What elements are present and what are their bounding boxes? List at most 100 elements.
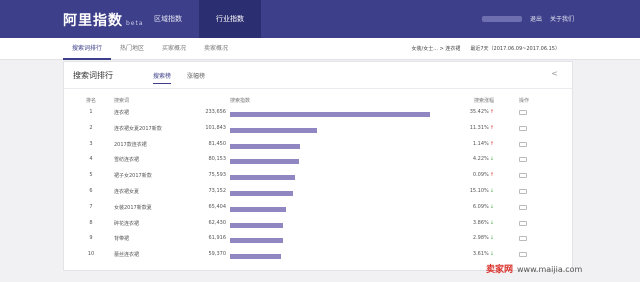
chart-icon[interactable] [519, 236, 527, 242]
arrow-up-icon: ↑ [489, 109, 494, 115]
row-index-bar [230, 190, 293, 196]
row-search-word[interactable]: 连衣裙 [114, 109, 129, 116]
row-action[interactable] [519, 156, 527, 163]
arrow-down-icon: ↓ [489, 251, 494, 258]
row-growth-value: 3.86% [472, 219, 489, 226]
row-index-bar [230, 222, 284, 228]
row-growth-value: 1.14% [472, 140, 489, 147]
chart-icon[interactable] [519, 173, 527, 179]
row-index-value: 80,153 [208, 156, 227, 163]
row-search-word[interactable]: 雪纺连衣裙 [114, 156, 139, 163]
row-action[interactable] [519, 109, 527, 116]
row-index-value: 62,430 [208, 219, 227, 226]
about-link[interactable]: 关于我们 [550, 14, 574, 23]
tab-seller-overview[interactable]: 卖家概况 [195, 38, 237, 60]
row-index-bar [230, 127, 318, 133]
logo[interactable]: 阿里指数 beta [63, 10, 144, 30]
row-growth-value: 3.61% [472, 251, 489, 258]
row-action[interactable] [519, 141, 527, 148]
row-action[interactable] [519, 125, 527, 132]
logout-link[interactable]: 退出 [530, 14, 542, 23]
table-row: 3 2017款连衣裙 81,450 1.14%↑ [64, 140, 572, 156]
row-index-value: 59,370 [208, 251, 227, 258]
row-search-word[interactable]: 连衣裙女夏 [114, 188, 139, 195]
row-action[interactable] [519, 235, 527, 242]
row-rank: 9 [89, 235, 93, 242]
divider [64, 88, 572, 89]
row-index-value: 61,916 [208, 235, 227, 242]
row-action[interactable] [519, 251, 527, 258]
row-growth: 15.10%↓ [454, 188, 494, 194]
row-action[interactable] [519, 172, 527, 179]
share-icon[interactable]: < [551, 69, 558, 78]
table-row: 8 碎花连衣裙 62,430 3.86%↓ [64, 219, 572, 235]
nav-industry-index[interactable]: 行业指数 [199, 0, 261, 38]
chart-icon[interactable] [519, 125, 527, 131]
nav-region-index[interactable]: 区域指数 [137, 0, 199, 38]
chart-icon[interactable] [519, 157, 527, 163]
row-search-word[interactable]: 连衣裙女夏2017新款 [114, 125, 162, 132]
category-select[interactable]: 女装/女士... > 连衣裙 [412, 45, 461, 52]
row-rank: 6 [89, 187, 93, 194]
row-growth: 3.86%↓ [454, 220, 494, 226]
chart-icon[interactable] [519, 220, 527, 226]
search-rank-card: 搜索词排行 搜索榜 涨幅榜 < 排名 搜索词 搜索指数 搜索涨幅 操作 1 连衣裙… [63, 61, 573, 271]
row-search-word[interactable]: 碎花连衣裙 [114, 220, 139, 227]
row-index-value: 75,593 [208, 172, 227, 179]
top-bar: 阿里指数 beta 区域指数 行业指数 退出 关于我们 [0, 0, 640, 38]
tab-search-list[interactable]: 搜索榜 [153, 71, 172, 84]
row-index-value: 73,152 [208, 187, 227, 194]
header-rank: 排名 [85, 98, 96, 104]
row-rank: 7 [89, 203, 93, 210]
chart-icon[interactable] [519, 204, 527, 210]
arrow-down-icon: ↓ [489, 219, 494, 226]
row-growth: 4.22%↓ [454, 156, 494, 162]
row-rank: 5 [89, 172, 93, 179]
row-search-word[interactable]: 蕾丝连衣裙 [114, 251, 139, 258]
date-range-select[interactable]: 最近7天（2017.06.09~2017.06.15） [470, 45, 560, 52]
table-row: 5 裙子女2017新款 75,593 0.09%↑ [64, 171, 572, 187]
row-index-value: 101,843 [205, 124, 226, 131]
row-growth-value: 35.42% [469, 109, 489, 115]
row-rank: 4 [89, 156, 93, 163]
row-search-word[interactable]: 背带裙 [114, 235, 129, 242]
tab-buyer-overview[interactable]: 买家概况 [153, 38, 195, 60]
row-action[interactable] [519, 188, 527, 195]
card-tabs: 搜索榜 涨幅榜 [153, 71, 205, 84]
row-growth-value: 11.31% [469, 124, 489, 131]
row-rank: 10 [87, 251, 95, 258]
arrow-up-icon: ↑ [489, 124, 494, 131]
row-index-bar [230, 238, 283, 244]
arrow-up-icon: ↑ [489, 172, 494, 179]
row-action[interactable] [519, 220, 527, 227]
tab-hot-regions[interactable]: 热门地区 [111, 38, 153, 60]
row-growth-value: 15.10% [469, 187, 489, 194]
arrow-down-icon: ↓ [489, 156, 494, 163]
sub-nav: 搜索词排行 热门地区 买家概况 卖家概况 女装/女士... > 连衣裙 最近7天… [0, 38, 640, 60]
row-growth: 35.42%↑ [454, 109, 494, 115]
row-action[interactable] [519, 204, 527, 211]
tab-growth-list[interactable]: 涨幅榜 [187, 71, 205, 84]
table-header: 排名 搜索词 搜索指数 搜索涨幅 操作 [64, 96, 572, 108]
chart-icon[interactable] [519, 188, 527, 194]
row-search-word[interactable]: 2017款连衣裙 [114, 141, 147, 148]
filters: 女装/女士... > 连衣裙 最近7天（2017.06.09~2017.06.1… [412, 45, 560, 52]
row-growth: 11.31%↑ [454, 125, 494, 131]
card-title: 搜索词排行 [73, 71, 113, 80]
tab-search-rank[interactable]: 搜索词排行 [63, 38, 112, 60]
row-search-word[interactable]: 女装2017新款夏 [114, 204, 152, 211]
chart-icon[interactable] [519, 141, 527, 147]
row-growth-value: 4.22% [472, 156, 489, 163]
row-search-word[interactable]: 裙子女2017新款 [114, 172, 152, 179]
username-redacted [481, 15, 522, 22]
row-growth-value: 6.09% [472, 203, 489, 210]
chart-icon[interactable] [519, 252, 527, 258]
row-index-bar [230, 175, 295, 181]
table-row: 9 背带裙 61,916 2.98%↓ [64, 234, 572, 250]
row-growth-value: 0.09% [472, 172, 489, 179]
row-index-bar [230, 143, 300, 149]
row-index-value: 65,404 [208, 203, 227, 210]
arrow-down-icon: ↓ [489, 235, 494, 242]
chart-icon[interactable] [519, 110, 527, 115]
table-row: 1 连衣裙 233,656 35.42%↑ [64, 108, 572, 124]
